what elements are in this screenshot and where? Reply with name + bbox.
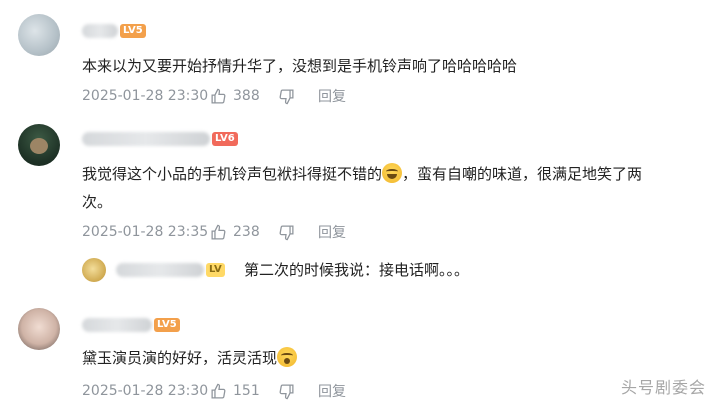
level-badge: LV6 xyxy=(212,132,238,146)
reply-button[interactable]: 回复 xyxy=(318,222,346,242)
level-badge: LV xyxy=(206,263,225,277)
like-button[interactable]: 238 xyxy=(210,224,278,241)
sub-reply-avatar[interactable] xyxy=(82,258,106,282)
comment-meta: 2025-01-28 23:30 388 回复 xyxy=(82,86,346,106)
like-button[interactable]: 151 xyxy=(210,383,278,400)
thumbs-down-icon xyxy=(279,383,294,399)
comment-text-part: 我觉得这个小品的手机铃声包袱抖得挺不错的 xyxy=(82,165,383,183)
avatar[interactable] xyxy=(18,124,60,166)
comment-meta: 2025-01-28 23:30 151 回复 xyxy=(82,381,346,401)
username-blurred[interactable] xyxy=(82,318,152,332)
dislike-button[interactable] xyxy=(278,88,318,105)
like-button[interactable]: 388 xyxy=(210,88,278,105)
like-count: 238 xyxy=(233,224,260,240)
sub-reply-author[interactable]: LV xyxy=(82,258,225,282)
laughing-emoji-icon xyxy=(382,163,403,183)
thumbs-up-icon xyxy=(211,224,226,240)
comment-text-part: 次。 xyxy=(82,193,113,211)
timestamp: 2025-01-28 23:35 xyxy=(82,224,209,240)
avatar[interactable] xyxy=(18,308,60,350)
thumbs-up-icon xyxy=(211,383,226,399)
comment-text-part: ，蛮有自嘲的味道，很满足地笑了两 xyxy=(402,165,643,183)
level-badge: LV5 xyxy=(120,24,146,38)
comment-text: 本来以为又要开始抒情升华了，没想到是手机铃声响了哈哈哈哈哈 xyxy=(82,57,518,75)
thumbs-down-icon xyxy=(279,224,294,240)
comment-text: 我觉得这个小品的手机铃声包袱抖得挺不错的 ，蛮有自嘲的味道，很满足地笑了两 次。 xyxy=(82,160,702,216)
username-blurred[interactable] xyxy=(82,132,210,146)
like-count: 388 xyxy=(233,88,260,104)
level-badge: LV5 xyxy=(154,318,180,332)
thumbs-up-icon xyxy=(211,88,226,104)
username-blurred[interactable] xyxy=(82,24,118,38)
username-blurred[interactable] xyxy=(116,263,204,277)
comment-text: 黛玉演员演的好好，活灵活现 xyxy=(82,344,298,372)
shocked-emoji-icon xyxy=(277,347,298,367)
dislike-button[interactable] xyxy=(278,383,318,400)
comment-text-part: 黛玉演员演的好好，活灵活现 xyxy=(82,349,278,367)
reply-button[interactable]: 回复 xyxy=(318,86,346,106)
reply-button[interactable]: 回复 xyxy=(318,381,346,401)
timestamp: 2025-01-28 23:30 xyxy=(82,88,209,104)
avatar[interactable] xyxy=(18,14,60,56)
dislike-button[interactable] xyxy=(278,224,318,241)
sub-reply-text: 第二次的时候我说：接电话啊。。。 xyxy=(244,261,470,279)
comment-meta: 2025-01-28 23:35 238 回复 xyxy=(82,222,346,242)
timestamp: 2025-01-28 23:30 xyxy=(82,383,209,399)
thumbs-down-icon xyxy=(279,88,294,104)
watermark: 头号剧委会 xyxy=(620,378,706,397)
like-count: 151 xyxy=(233,383,260,399)
